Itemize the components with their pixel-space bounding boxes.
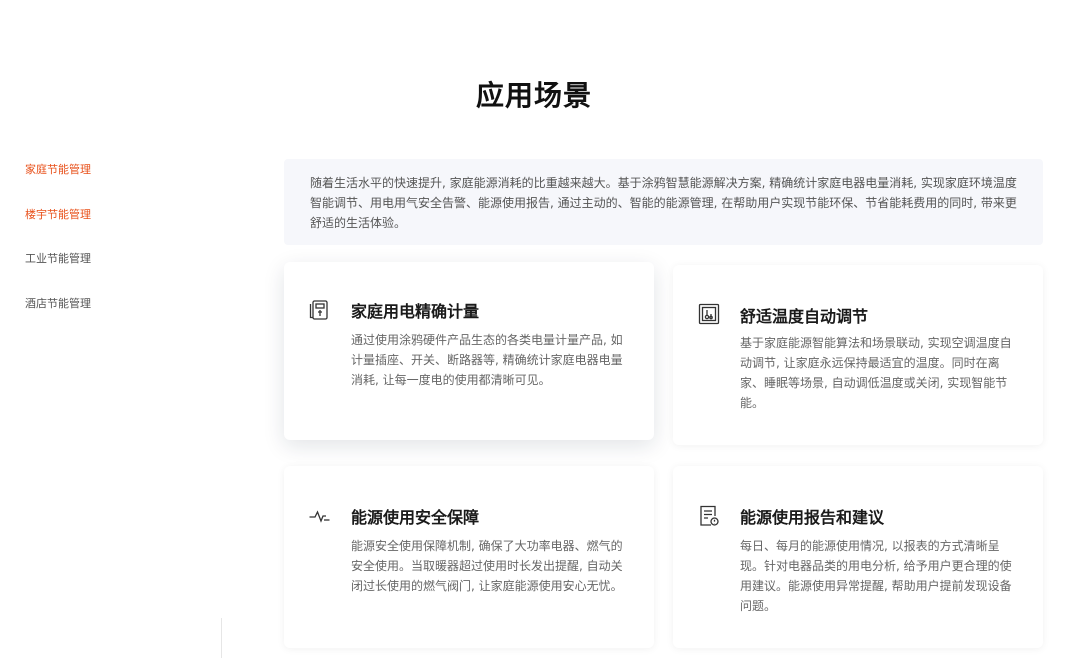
intro-text: 随着生活水平的快速提升, 家庭能源消耗的比重越来越大。基于涂鸦智慧能源解决方案,… — [284, 159, 1043, 245]
card-title: 能源使用报告和建议 — [740, 508, 885, 527]
scenario-card-metering[interactable]: 家庭用电精确计量 通过使用涂鸦硬件产品生态的各类电量计量产品, 如计量插座、开关… — [284, 262, 654, 440]
card-title: 家庭用电精确计量 — [351, 302, 480, 321]
side-nav-item-industrial-energy[interactable]: 工业节能管理 — [25, 251, 91, 267]
scenario-card-report[interactable]: 能源使用报告和建议 每日、每月的能源使用情况, 以报表的方式清晰呈现。针对电器品… — [673, 466, 1043, 648]
side-nav-item-home-energy[interactable]: 家庭节能管理 — [25, 162, 91, 178]
section-title: 应用场景 — [475, 79, 592, 112]
scenario-card-temperature[interactable]: 舒适温度自动调节 基于家庭能源智能算法和场景联动, 实现空调温度自动调节, 让家… — [673, 265, 1043, 445]
side-nav-item-hotel-energy[interactable]: 酒店节能管理 — [25, 296, 91, 312]
pulse-icon — [308, 504, 332, 528]
scenario-card-safety[interactable]: 能源使用安全保障 能源安全使用保障机制, 确保了大功率电器、燃气的安全使用。当取… — [284, 466, 654, 648]
card-title: 能源使用安全保障 — [351, 508, 480, 527]
card-description: 每日、每月的能源使用情况, 以报表的方式清晰呈现。针对电器品类的用电分析, 给予… — [740, 539, 1012, 613]
report-icon — [697, 504, 721, 528]
card-description: 通过使用涂鸦硬件产品生态的各类电量计量产品, 如计量插座、开关、断路器等, 精确… — [351, 333, 623, 387]
temperature-icon — [697, 302, 721, 326]
side-nav-item-building-energy[interactable]: 楼宇节能管理 — [25, 207, 91, 223]
card-title: 舒适温度自动调节 — [740, 307, 869, 326]
application-scenarios-page: 应用场景 家庭节能管理 楼宇节能管理 工业节能管理 酒店节能管理 随着生活水平的… — [0, 0, 1080, 664]
divider — [221, 618, 222, 658]
meter-icon — [308, 298, 332, 322]
card-description: 基于家庭能源智能算法和场景联动, 实现空调温度自动调节, 让家庭永远保持最适宜的… — [740, 336, 1012, 410]
card-description: 能源安全使用保障机制, 确保了大功率电器、燃气的安全使用。当取暖器超过使用时长发… — [351, 539, 623, 593]
